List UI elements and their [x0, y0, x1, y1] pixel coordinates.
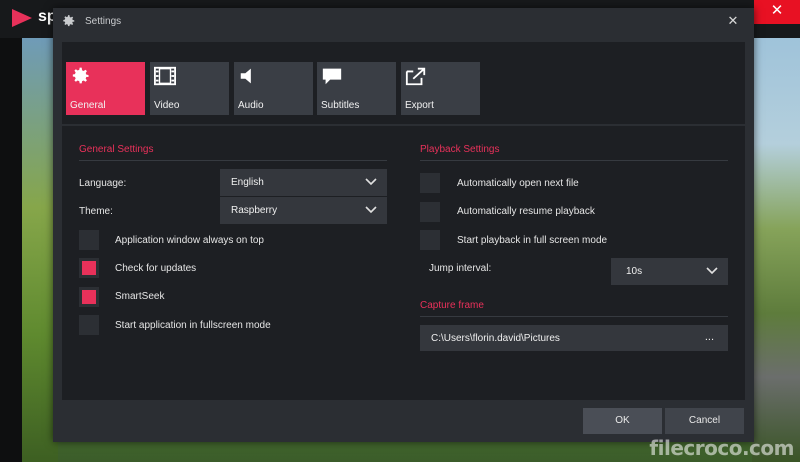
chevron-down-icon: [365, 178, 377, 186]
tab-subtitles-label: Subtitles: [321, 100, 360, 111]
chevron-down-icon: [365, 206, 377, 214]
open-next-file-label: Automatically open next file: [457, 178, 579, 189]
capture-path-field[interactable]: C:\Users\florin.david\Pictures ...: [420, 325, 728, 351]
gear-icon: [72, 67, 89, 84]
tab-bar: General Video Audio Subtitles Export: [62, 42, 745, 124]
browse-button[interactable]: ...: [705, 331, 714, 343]
cancel-button[interactable]: Cancel: [665, 408, 744, 434]
resume-playback-label: Automatically resume playback: [457, 206, 595, 217]
always-on-top-label: Application window always on top: [115, 235, 264, 246]
player-logo-icon: [12, 9, 32, 27]
film-icon: [154, 66, 176, 86]
check-updates-checkbox[interactable]: [79, 258, 99, 278]
tab-export-label: Export: [405, 100, 434, 111]
settings-content: General Settings Language: English Theme…: [62, 126, 745, 400]
jump-interval-label: Jump interval:: [429, 263, 492, 274]
video-right-edge: [752, 38, 800, 462]
speech-bubble-icon: [322, 68, 342, 85]
language-label: Language:: [79, 178, 127, 189]
watermark: filecroco.com: [649, 436, 794, 460]
capture-frame-title: Capture frame: [420, 300, 484, 311]
tab-general[interactable]: General: [66, 62, 145, 115]
smartseek-checkbox[interactable]: [79, 287, 99, 307]
playback-settings-title: Playback Settings: [420, 144, 500, 155]
language-select[interactable]: English: [220, 169, 387, 196]
general-settings-title: General Settings: [79, 144, 154, 155]
player-close-button[interactable]: ✕: [754, 0, 800, 24]
fullscreen-start-label: Start application in fullscreen mode: [115, 320, 271, 331]
tab-audio[interactable]: Audio: [234, 62, 313, 115]
open-next-file-checkbox[interactable]: [420, 173, 440, 193]
chevron-down-icon: [706, 267, 718, 275]
tab-export[interactable]: Export: [401, 62, 480, 115]
dialog-titlebar: Settings ✕: [53, 8, 754, 34]
dialog-title: Settings: [85, 16, 122, 27]
fullscreen-playback-checkbox[interactable]: [420, 230, 440, 250]
check-updates-label: Check for updates: [115, 263, 197, 274]
theme-label: Theme:: [79, 206, 113, 217]
capture-path-value: C:\Users\florin.david\Pictures: [431, 333, 560, 344]
theme-select[interactable]: Raspberry: [220, 197, 387, 224]
jump-interval-value: 10s: [626, 266, 643, 277]
gear-icon: [63, 15, 75, 27]
video-letterbox: [0, 38, 22, 462]
language-value: English: [231, 177, 264, 188]
fullscreen-start-checkbox[interactable]: [79, 315, 99, 335]
tab-audio-label: Audio: [238, 100, 264, 111]
general-divider: [79, 160, 387, 161]
capture-divider: [420, 316, 728, 317]
always-on-top-checkbox[interactable]: [79, 230, 99, 250]
settings-dialog: Settings ✕ General Video Audio Subtitles…: [53, 8, 754, 442]
tab-video[interactable]: Video: [150, 62, 229, 115]
playback-divider: [420, 160, 728, 161]
resume-playback-checkbox[interactable]: [420, 202, 440, 222]
tab-video-label: Video: [154, 100, 180, 111]
jump-interval-select[interactable]: 10s: [611, 258, 728, 285]
theme-value: Raspberry: [231, 205, 278, 216]
tab-general-label: General: [70, 100, 106, 111]
smartseek-label: SmartSeek: [115, 291, 165, 302]
speaker-icon: [240, 68, 251, 84]
dialog-close-button[interactable]: ✕: [724, 12, 742, 30]
fullscreen-playback-label: Start playback in full screen mode: [457, 235, 608, 246]
export-icon: [405, 67, 426, 86]
ok-button[interactable]: OK: [583, 408, 662, 434]
tab-subtitles[interactable]: Subtitles: [317, 62, 396, 115]
